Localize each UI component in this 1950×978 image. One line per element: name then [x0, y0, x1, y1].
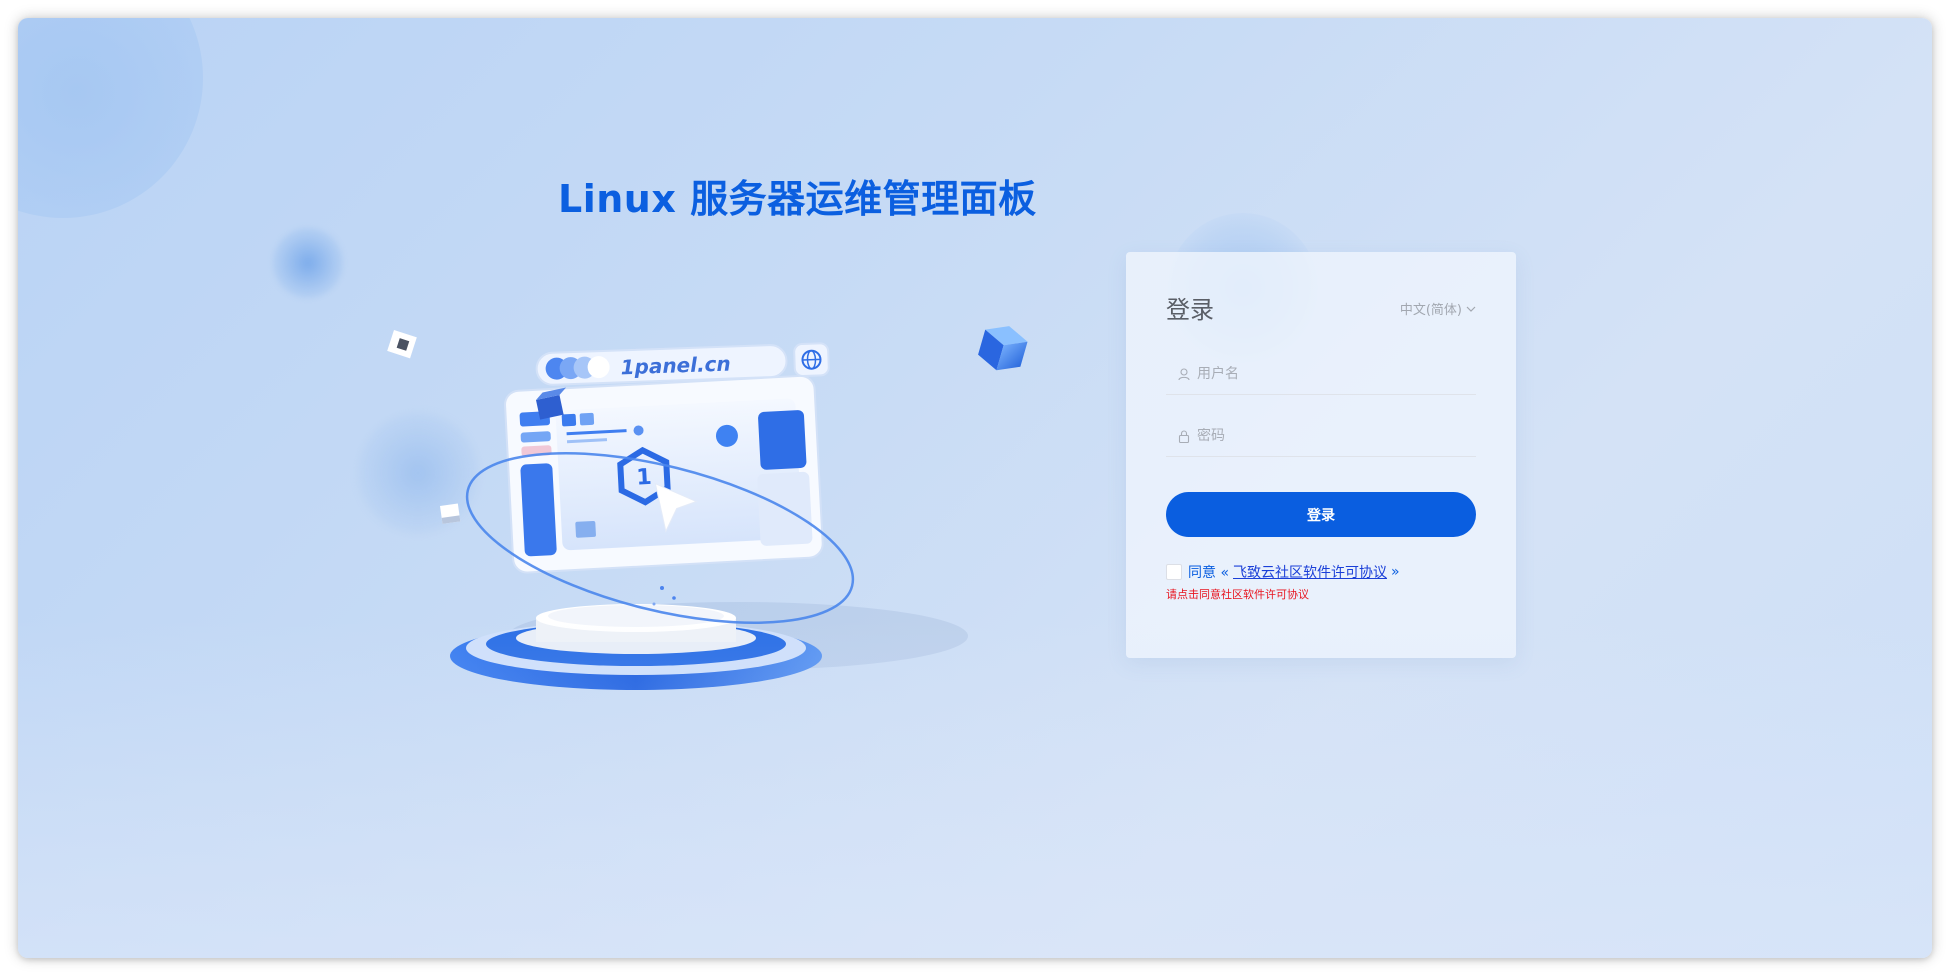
- user-icon: [1177, 367, 1191, 381]
- username-field: [1166, 354, 1476, 395]
- agreement-error: 请点击同意社区软件许可协议: [1166, 588, 1309, 601]
- decorative-bubble: [273, 228, 343, 298]
- svg-text:1: 1: [636, 465, 653, 491]
- agreement-prefix: 同意 «: [1188, 565, 1230, 581]
- login-title: 登录: [1166, 296, 1214, 324]
- decorative-bubble: [18, 18, 203, 218]
- password-input[interactable]: [1197, 428, 1467, 444]
- language-label: 中文(简体): [1399, 303, 1462, 318]
- lock-icon: [1177, 429, 1191, 443]
- svg-text:1panel.cn: 1panel.cn: [620, 352, 731, 380]
- hero-title: Linux 服务器运维管理面板: [558, 177, 1037, 221]
- language-select[interactable]: 中文(简体): [1400, 299, 1476, 318]
- login-card: 登录 中文(简体) 登: [1126, 252, 1516, 658]
- agreement-link[interactable]: 飞致云社区软件许可协议: [1233, 562, 1387, 582]
- agreement-suffix: »: [1391, 564, 1400, 580]
- agreement-checkbox[interactable]: [1166, 564, 1182, 580]
- hero-illustration: 1 1panel.cn: [387, 326, 1028, 690]
- login-button[interactable]: 登录: [1166, 492, 1476, 537]
- page-background: Linux 服务器运维管理面板 1 1panel.cn 登录 中文(简体) 用户…: [18, 18, 1932, 958]
- chevron-down-icon: [1466, 306, 1476, 312]
- agreement-row: 同意 « 飞致云社区软件许可协议 »: [1166, 562, 1400, 582]
- password-field: [1166, 416, 1476, 457]
- username-input[interactable]: [1197, 366, 1467, 382]
